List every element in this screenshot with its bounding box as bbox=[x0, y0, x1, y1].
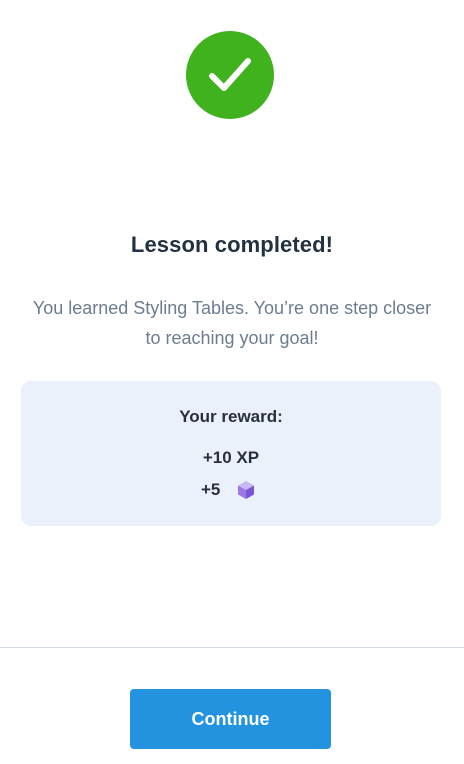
completion-message: You learned Styling Tables. You’re one s… bbox=[32, 298, 432, 348]
gem-count: +5 bbox=[201, 480, 221, 499]
reward-xp: +10 XP bbox=[202, 448, 260, 467]
lesson-complete-page: Lesson completed! You learned Styling Ta… bbox=[0, 0, 464, 764]
page-title: Lesson completed! bbox=[130, 232, 334, 257]
purple-cube-icon bbox=[238, 481, 255, 499]
reward-heading: Your reward: bbox=[179, 407, 283, 426]
reward-gems: +5 bbox=[201, 479, 257, 501]
continue-button[interactable]: Continue bbox=[130, 689, 331, 749]
checkmark-icon bbox=[209, 58, 251, 91]
reward-card: Your reward: +10 XP +5 bbox=[21, 381, 441, 526]
footer-divider bbox=[0, 647, 464, 648]
success-check-icon bbox=[186, 31, 274, 119]
